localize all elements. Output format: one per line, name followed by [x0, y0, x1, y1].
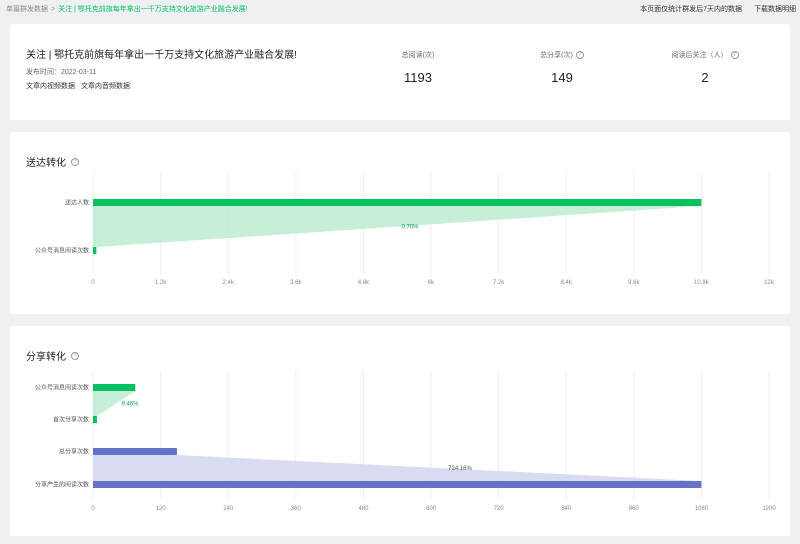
breadcrumb-current: 关注 | 鄂托克前旗每年拿出一千万支持文化旅游产业融合发展! — [58, 6, 248, 13]
x-tick-label: 600 — [426, 506, 437, 512]
x-tick-label: 840 — [561, 506, 572, 512]
x-tick-label: 8.4k — [561, 280, 573, 286]
delivery-conversion-chart: 0 1.2k 2.4k 3.6k 4.8k 6k 7.2k 8.4k 9.6k 10.8k 12k 0… — [35, 172, 775, 286]
share-conversion-chart: 0 120 240 360 480 600 720 840 960 1080 1200 9.46% 72… — [35, 370, 776, 512]
conversion-rate-label: 9.46% — [121, 402, 139, 408]
bar — [93, 448, 177, 455]
conversion-rate-label: 724.16% — [448, 466, 472, 472]
x-tick-label: 480 — [358, 506, 369, 512]
category-label: 公众号消息阅读次数 — [35, 384, 89, 392]
category-label: 分享产生的阅读次数 — [35, 481, 89, 489]
bar — [93, 247, 97, 254]
category-label: 公众号消息阅读次数 — [35, 247, 89, 255]
conversion-rate-label: 0.70% — [401, 225, 419, 231]
header-right: 本页面仅统计群发后7天内的数据 下载数据明细 — [640, 4, 796, 14]
x-tick-label: 0 — [91, 506, 95, 512]
category-label: 首次分享次数 — [53, 416, 89, 424]
delivery-conversion-card: 送达转化? 0 1.2k 2.4k 3.6k 4.8k 6k 7.2k 8.4k 9.6k 10.… — [10, 132, 790, 314]
x-tick-label: 9.6k — [628, 280, 640, 286]
x-tick-label: 960 — [629, 506, 640, 512]
stat-follows-after-read: 阅读后关注（人）? 2 — [650, 50, 760, 85]
x-tick-label: 4.8k — [358, 280, 370, 286]
stat-label: 总阅读(次) — [401, 52, 435, 59]
funnel-connector — [93, 206, 702, 247]
top-bar: 单篇群发数据 > 关注 | 鄂托克前旗每年拿出一千万支持文化旅游产业融合发展! 本页… — [0, 0, 800, 18]
x-tick-label: 2.4k — [223, 280, 235, 286]
stat-total-shares: 总分享(次)? 149 — [507, 50, 617, 85]
stat-value: 149 — [551, 70, 573, 85]
bar — [93, 481, 702, 488]
category-label: 总分享次数 — [59, 448, 89, 456]
delivery-conversion-title: 送达转化 — [26, 158, 66, 169]
article-summary-card: 关注 | 鄂托克前旗每年拿出一千万支持文化旅游产业融合发展! 发布时间：2022… — [10, 24, 790, 120]
stat-value: 1193 — [404, 70, 432, 85]
breadcrumb-root[interactable]: 单篇群发数据 — [6, 6, 48, 13]
x-tick-label: 720 — [494, 506, 505, 512]
audio-data-link[interactable]: 文章内音频数据 — [81, 83, 130, 90]
x-tick-label: 360 — [291, 506, 302, 512]
publish-date: 发布时间：2022-03-11 — [26, 69, 97, 76]
x-tick-label: 6k — [428, 280, 435, 286]
article-title: 关注 | 鄂托克前旗每年拿出一千万支持文化旅游产业融合发展! — [26, 50, 297, 61]
x-tick-label: 10.8k — [694, 280, 710, 286]
x-tick-label: 1.2k — [155, 280, 167, 286]
help-icon[interactable]: ? — [71, 351, 79, 360]
category-label: 送达人数 — [65, 199, 89, 207]
help-icon[interactable]: ? — [71, 157, 79, 166]
help-icon[interactable]: ? — [730, 51, 739, 59]
share-conversion-title: 分享转化 — [26, 352, 66, 363]
x-tick-label: 1200 — [762, 506, 776, 512]
video-data-link[interactable]: 文章内视频数据 — [26, 83, 75, 90]
article-links: 文章内视频数据 文章内音频数据 — [26, 81, 136, 91]
section-title: 分享转化? — [26, 348, 79, 363]
data-range-note: 本页面仅统计群发后7天内的数据 — [640, 6, 743, 13]
download-data-link[interactable]: 下载数据明细 — [754, 6, 796, 13]
x-tick-label: 1080 — [695, 506, 709, 512]
help-icon[interactable]: ? — [575, 51, 584, 59]
stat-total-reads: 总阅读(次) 1193 — [363, 50, 473, 85]
stat-label: 阅读后关注（人） — [671, 52, 728, 59]
breadcrumb: 单篇群发数据 > 关注 | 鄂托克前旗每年拿出一千万支持文化旅游产业融合发展! — [6, 6, 248, 13]
x-tick-label: 120 — [156, 506, 167, 512]
x-tick-label: 0 — [91, 280, 95, 286]
x-tick-label: 3.6k — [290, 280, 302, 286]
bar — [93, 199, 702, 206]
stat-value: 2 — [701, 70, 709, 85]
share-conversion-card: 分享转化? 0 120 240 360 480 600 720 840 960 1080 1200 9… — [10, 326, 790, 536]
section-title: 送达转化? — [26, 154, 79, 169]
x-tick-label: 7.2k — [493, 280, 505, 286]
bar — [93, 416, 97, 423]
stat-label: 总分享(次) — [540, 52, 573, 59]
x-tick-label: 12k — [764, 280, 775, 286]
x-tick-label: 240 — [223, 506, 234, 512]
bar — [93, 384, 136, 391]
funnel-connector — [93, 455, 702, 481]
